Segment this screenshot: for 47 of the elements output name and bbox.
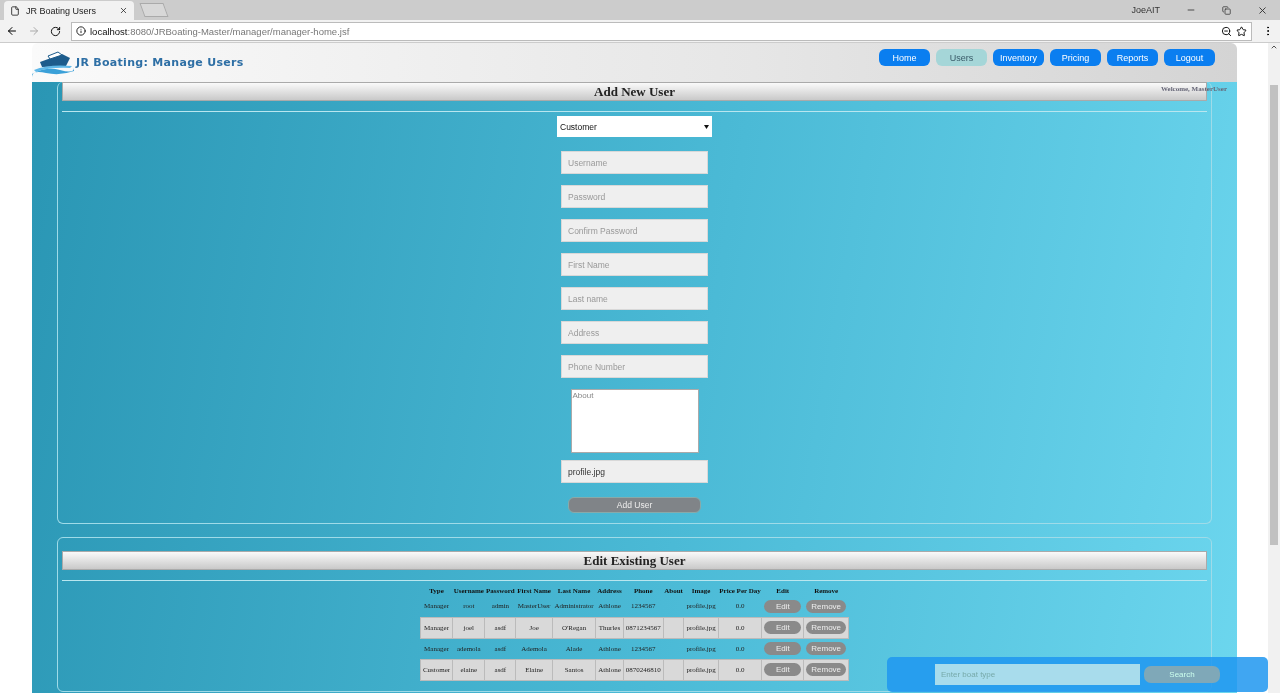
about-field[interactable]: About [570, 389, 699, 453]
close-icon[interactable] [119, 6, 128, 15]
back-icon[interactable] [6, 25, 18, 37]
url-host: localhost [90, 25, 128, 37]
search-field[interactable]: Enter boat type [935, 664, 1140, 685]
input-field[interactable]: Username [561, 151, 708, 174]
tab-title: JR Boating Users [26, 5, 98, 16]
remove-button[interactable]: Remove [806, 663, 847, 676]
scroll-up-icon[interactable] [1270, 43, 1278, 51]
edit-button[interactable]: Edit [764, 642, 802, 655]
remove-button[interactable]: Remove [806, 621, 847, 634]
dropdown-caret-icon [704, 125, 709, 129]
edit-button[interactable]: Edit [764, 599, 802, 613]
page-icon [10, 5, 20, 16]
input-field[interactable]: Password [561, 185, 708, 208]
browser-tab[interactable]: JR Boating Users [4, 1, 134, 20]
section-title: Edit Existing User [62, 551, 1207, 570]
url-path: :8080/JRBoating-Master/manager/manager-home.jsf [127, 25, 350, 37]
nav-button[interactable]: Pricing [1050, 49, 1101, 66]
star-icon[interactable] [1236, 25, 1247, 37]
nav-button[interactable]: Users [936, 49, 987, 66]
reload-icon[interactable] [50, 25, 61, 37]
input-field[interactable]: Last name [561, 287, 708, 310]
search-button[interactable]: Search [1144, 666, 1220, 683]
remove-button[interactable]: Remove [806, 599, 847, 613]
add-user-button[interactable]: Add User [568, 497, 701, 513]
restore-icon[interactable] [1222, 5, 1231, 15]
nav-button[interactable]: Reports [1107, 49, 1158, 66]
scrollbar[interactable] [1268, 43, 1280, 693]
address-bar[interactable]: localhost:8080/JRBoating-Master/manager/manager-home.jsf [71, 21, 1252, 41]
zoom-icon[interactable] [1221, 25, 1232, 37]
nav-button[interactable]: Logout [1164, 49, 1215, 66]
nav-button[interactable]: Home [879, 49, 930, 66]
site-title: JR Boating: Manage Users [76, 56, 244, 69]
info-icon[interactable] [76, 26, 86, 36]
profile-name[interactable]: JoeAIT [1131, 5, 1160, 15]
close-icon[interactable] [1257, 4, 1268, 16]
image-field[interactable]: profile.jpg [561, 460, 708, 483]
input-field[interactable]: Address [561, 321, 708, 344]
edit-button[interactable]: Edit [764, 663, 802, 676]
input-field[interactable]: First Name [561, 253, 708, 276]
nav-button[interactable]: Inventory [993, 49, 1044, 66]
remove-button[interactable]: Remove [806, 642, 847, 655]
input-field[interactable]: Phone Number [561, 355, 708, 378]
input-field[interactable]: Confirm Password [561, 219, 708, 242]
user-type-select[interactable]: Customer [557, 116, 712, 137]
edit-button[interactable]: Edit [764, 621, 802, 634]
